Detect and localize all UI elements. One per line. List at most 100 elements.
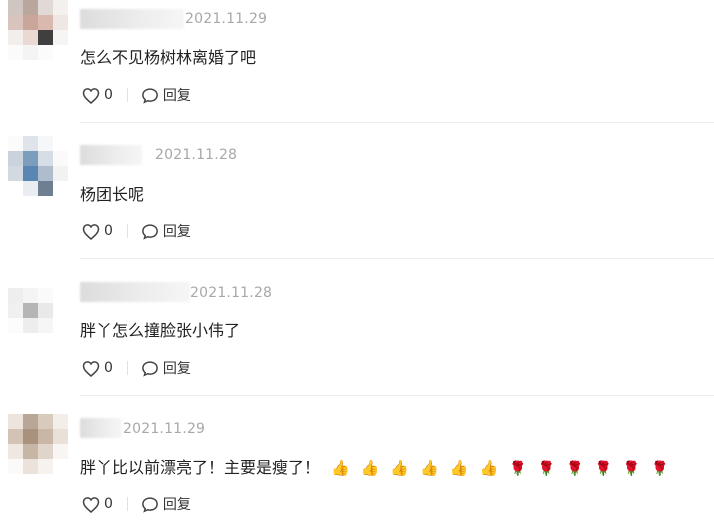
comment-actions: 0 回复: [82, 494, 191, 514]
avatar-pixel: [8, 0, 23, 15]
comment-text: 胖丫比以前漂亮了！主要是瘦了！ 👍 👍 👍 👍 👍 👍 🌹 🌹 🌹 🌹 🌹 🌹: [80, 454, 669, 478]
reply-label: 回复: [162, 497, 191, 513]
avatar-pixel: [53, 288, 68, 303]
avatar-pixel: [53, 15, 68, 30]
avatar-pixel: [23, 181, 38, 196]
avatar-pixel: [23, 15, 38, 30]
avatar-pixel: [23, 136, 38, 151]
avatar-pixel: [23, 45, 38, 60]
avatar-pixel: [53, 30, 68, 45]
avatar-pixel: [53, 181, 68, 196]
avatar-pixel: [38, 45, 53, 60]
avatar-pixel: [38, 151, 53, 166]
avatar-pixel: [8, 444, 23, 459]
username[interactable]: [80, 418, 122, 438]
comment-actions: 0 回复: [82, 221, 191, 241]
avatar-pixel: [38, 136, 53, 151]
avatar-pixel: [8, 15, 23, 30]
avatar-pixel: [53, 166, 68, 181]
separator: [126, 361, 128, 375]
avatar-pixel: [38, 0, 53, 15]
reply-label: 回复: [162, 361, 191, 377]
thumbs-up-emoji: 👍: [390, 459, 410, 477]
avatar-pixel: [8, 288, 23, 303]
avatar-pixel: [23, 288, 38, 303]
heart-icon: [82, 223, 100, 240]
avatar-pixel: [23, 151, 38, 166]
reply-button[interactable]: 回复: [141, 221, 191, 241]
avatar-pixel: [38, 181, 53, 196]
heart-icon: [82, 87, 100, 104]
avatar-pixel: [8, 181, 23, 196]
thumbs-up-emoji: 👍: [331, 459, 350, 477]
divider: [80, 258, 714, 259]
like-button[interactable]: 0: [82, 223, 113, 240]
username[interactable]: [80, 9, 184, 29]
rose-emoji: 🌹: [566, 461, 584, 477]
rose-emoji: 🌹: [651, 461, 669, 477]
avatar-pixel: [53, 429, 68, 444]
rose-emoji: 🌹: [537, 461, 556, 477]
avatar-pixel: [38, 273, 53, 288]
reply-label: 回复: [162, 88, 191, 104]
username[interactable]: [80, 145, 142, 165]
thumbs-up-emoji: 👍: [360, 459, 380, 477]
avatar-pixel: [23, 0, 38, 15]
comment-date: 2021.11.28: [190, 285, 273, 301]
avatar[interactable]: [8, 414, 68, 474]
comment-date: 2021.11.28: [155, 147, 238, 163]
username[interactable]: [80, 282, 190, 302]
avatar-pixel: [23, 429, 38, 444]
comment-text: 怎么不见杨树林离婚了吧: [80, 48, 257, 67]
rose-emoji: 🌹: [509, 461, 527, 477]
avatar-pixel: [8, 303, 23, 318]
avatar-pixel: [53, 318, 68, 333]
avatar-pixel: [53, 414, 68, 429]
avatar-pixel: [8, 459, 23, 474]
avatar-pixel: [23, 318, 38, 333]
avatar[interactable]: [8, 273, 68, 333]
comment-bubble-icon: [142, 496, 158, 513]
comment-actions: 0 回复: [82, 85, 191, 105]
avatar-pixel: [38, 318, 53, 333]
thumbs-up-emoji: 👍: [420, 459, 439, 477]
avatar-pixel: [23, 273, 38, 288]
avatar-pixel: [53, 444, 68, 459]
avatar-pixel: [8, 30, 23, 45]
avatar-pixel: [23, 303, 38, 318]
avatar-pixel: [8, 429, 23, 444]
separator: [126, 497, 128, 511]
divider: [80, 122, 714, 123]
comment-actions: 0 回复: [82, 358, 191, 378]
avatar[interactable]: [8, 136, 68, 196]
avatar[interactable]: [8, 0, 68, 60]
avatar-pixel: [8, 136, 23, 151]
like-button[interactable]: 0: [82, 496, 113, 513]
separator: [126, 88, 128, 102]
reply-button[interactable]: 回复: [141, 494, 191, 514]
comment-text: 胖丫怎么撞脸张小伟了: [80, 321, 241, 340]
reply-button[interactable]: 回复: [141, 85, 191, 105]
avatar-pixel: [53, 459, 68, 474]
like-button[interactable]: 0: [82, 87, 113, 104]
avatar-pixel: [53, 0, 68, 15]
comment-bubble-icon: [142, 360, 158, 377]
reply-label: 回复: [162, 224, 191, 240]
avatar-pixel: [23, 459, 38, 474]
avatar-pixel: [53, 136, 68, 151]
rose-emoji: 🌹: [622, 461, 641, 477]
like-button[interactable]: 0: [82, 360, 113, 377]
like-count: 0: [104, 360, 113, 376]
avatar-pixel: [53, 45, 68, 60]
emoji-list: 👍 👍 👍 👍 👍 👍 🌹 🌹 🌹 🌹 🌹 🌹: [320, 458, 669, 477]
avatar-pixel: [8, 151, 23, 166]
comment-bubble-icon: [142, 87, 158, 104]
comment-date: 2021.11.29: [185, 11, 268, 27]
reply-button[interactable]: 回复: [141, 358, 191, 378]
like-count: 0: [104, 223, 113, 239]
heart-icon: [82, 496, 100, 513]
avatar-pixel: [8, 318, 23, 333]
avatar-pixel: [8, 166, 23, 181]
avatar-pixel: [53, 303, 68, 318]
avatar-pixel: [23, 444, 38, 459]
